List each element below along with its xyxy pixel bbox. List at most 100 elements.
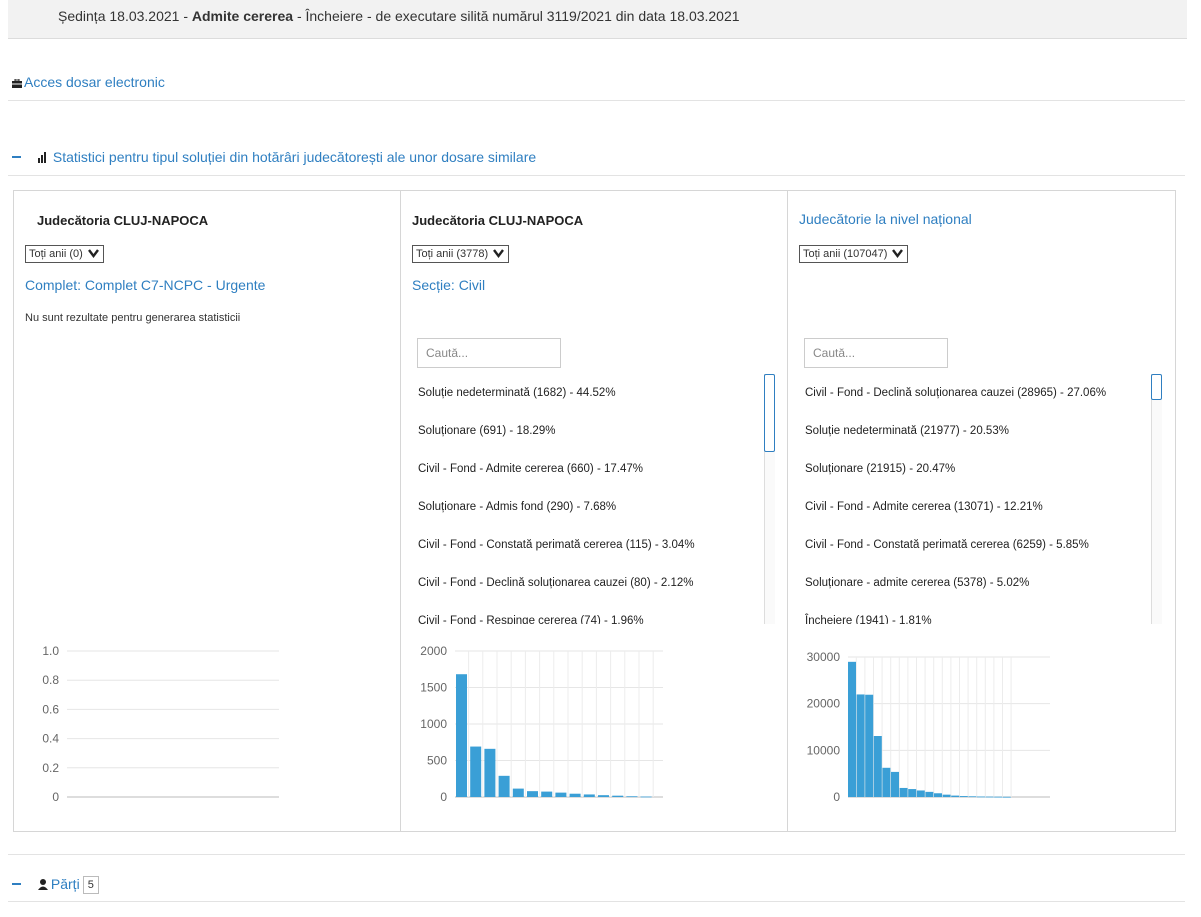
chart-bar[interactable] — [640, 796, 652, 798]
chart-bar[interactable] — [968, 796, 977, 798]
chart-bar[interactable] — [882, 767, 891, 797]
solution-list-item[interactable]: Civil - Fond - Respinge cererea (74) - 1… — [418, 602, 758, 624]
chart-bar[interactable] — [908, 789, 917, 797]
search-input[interactable] — [804, 338, 948, 368]
chart-national: 30000 20000 10000 0 — [807, 650, 1050, 804]
chevron-down-icon — [493, 249, 505, 258]
y-tick-label: 1000 — [420, 717, 447, 731]
solution-list-item[interactable]: Soluționare - admite cererea (5378) - 5.… — [805, 564, 1150, 602]
chart-bar[interactable] — [994, 796, 1003, 798]
chart-complet: 1.0 0.8 0.6 0.4 0.2 0 — [42, 644, 279, 804]
parti-label: Părți — [50, 876, 80, 892]
solution-list-item[interactable]: Civil - Fond - Admite cererea (660) - 17… — [418, 450, 758, 488]
chart-bar[interactable] — [555, 792, 567, 797]
solution-list-item[interactable]: Civil - Fond - Declină soluționarea cauz… — [418, 564, 758, 602]
y-tick-label: 0 — [833, 790, 840, 804]
minus-icon[interactable] — [12, 883, 21, 885]
court-name: Judecătoria CLUJ-NAPOCA — [412, 213, 584, 228]
chart-bar[interactable] — [891, 771, 899, 797]
chart-bar[interactable] — [942, 794, 951, 797]
solution-list-item[interactable]: Soluție nedeterminată (21977) - 20.53% — [805, 412, 1150, 450]
solution-list-item[interactable]: Civil - Fond - Declină soluționarea cauz… — [805, 374, 1150, 412]
chart-bar[interactable] — [848, 661, 856, 797]
solution-list-item[interactable]: Civil - Fond - Constată perimată cererea… — [805, 526, 1150, 564]
court-name: Judecătorie la nivel național — [799, 211, 972, 227]
stats-column-national: Judecătorie la nivel național Toți anii … — [788, 191, 1175, 831]
solution-list-item[interactable]: Civil - Fond - Admite cererea (13071) - … — [805, 488, 1150, 526]
chart-bar[interactable] — [484, 748, 496, 797]
divider — [8, 175, 1185, 176]
chart-bar[interactable] — [456, 674, 467, 797]
chart-bar[interactable] — [583, 794, 595, 797]
y-tick-label: 30000 — [807, 650, 841, 664]
y-tick-label: 0.6 — [42, 702, 59, 716]
solution-list-item[interactable]: Soluție nedeterminată (1682) - 44.52% — [418, 374, 758, 412]
scrollbar-thumb[interactable] — [1151, 374, 1162, 400]
chart-bar[interactable] — [899, 787, 908, 797]
chart-bar[interactable] — [916, 790, 925, 797]
years-select-value: Toți anii (0) — [29, 248, 83, 260]
chart-bar[interactable] — [569, 793, 581, 797]
solution-list-item[interactable]: Soluționare (21915) - 20.47% — [805, 450, 1150, 488]
minus-icon[interactable] — [12, 156, 21, 158]
session-text: Ședința 18.03.2021 - Admite cererea - În… — [58, 8, 740, 24]
chevron-down-icon — [892, 249, 904, 258]
chart-bar[interactable] — [598, 795, 609, 797]
chart-bar[interactable] — [612, 795, 624, 797]
chart-bar[interactable] — [951, 795, 960, 797]
session-detail: - Încheiere - de executare silită număru… — [293, 8, 740, 24]
years-select[interactable]: Toți anii (0) — [25, 245, 104, 263]
solution-list-item[interactable]: Civil - Fond - Constată perimată cererea… — [418, 526, 758, 564]
list-scrollbar[interactable] — [764, 374, 775, 624]
stats-panel: Judecătoria CLUJ-NAPOCA Toți anii (0) Co… — [13, 190, 1176, 832]
divider — [8, 100, 1185, 101]
y-tick-label: 500 — [427, 754, 447, 768]
chart-bar[interactable] — [934, 793, 942, 797]
years-select[interactable]: Toți anii (107047) — [799, 245, 909, 263]
chart-bar[interactable] — [873, 736, 882, 797]
chart-bar[interactable] — [541, 791, 553, 797]
scrollbar-thumb[interactable] — [764, 374, 775, 452]
court-name: Judecătoria CLUJ-NAPOCA — [37, 213, 209, 228]
chart-bar[interactable] — [1002, 796, 1011, 798]
user-icon — [37, 879, 48, 890]
chart-bar[interactable] — [977, 796, 985, 798]
y-tick-label: 20000 — [807, 697, 841, 711]
bar-chart-icon — [37, 152, 46, 163]
chart-bar[interactable] — [470, 746, 482, 797]
parti-section-header[interactable]: Părți 5 — [12, 876, 99, 894]
chart-bar[interactable] — [498, 775, 510, 797]
chart-bar[interactable] — [512, 788, 524, 797]
no-results-message: Nu sunt rezultate pentru generarea stati… — [25, 312, 241, 324]
chart-bar[interactable] — [925, 791, 934, 797]
chart-bar[interactable] — [527, 791, 538, 797]
divider — [8, 901, 1185, 902]
y-tick-label: 10000 — [807, 743, 841, 757]
chevron-down-icon — [87, 249, 99, 258]
years-select-value: Toți anii (3778) — [416, 248, 489, 260]
stats-section-header[interactable]: Statistici pentru tipul soluției din hot… — [12, 149, 536, 165]
years-select-value: Toți anii (107047) — [803, 248, 888, 260]
session-banner: Ședința 18.03.2021 - Admite cererea - În… — [8, 0, 1187, 39]
search-input[interactable] — [417, 338, 561, 368]
solution-list-item[interactable]: Încheiere (1941) - 1.81% — [805, 602, 1150, 624]
y-tick-label: 0 — [440, 790, 447, 804]
years-select[interactable]: Toți anii (3778) — [412, 245, 510, 263]
chart-bar[interactable] — [985, 796, 994, 798]
y-tick-label: 0.8 — [42, 673, 59, 687]
chart-bar[interactable] — [959, 796, 968, 797]
solution-list: Soluție nedeterminată (1682) - 44.52% Sol… — [418, 374, 758, 624]
list-scrollbar[interactable] — [1151, 374, 1162, 624]
complet-link[interactable]: Complet: Complet C7-NCPC - Urgente — [25, 277, 265, 293]
solution-list-item[interactable]: Soluționare (691) - 18.29% — [418, 412, 758, 450]
acces-dosar-link[interactable]: Acces dosar electronic — [12, 74, 165, 90]
divider — [8, 854, 1185, 855]
stats-column-complet: Judecătoria CLUJ-NAPOCA Toți anii (0) Co… — [14, 191, 401, 831]
y-tick-label: 1500 — [420, 681, 447, 695]
y-tick-label: 0.2 — [42, 761, 59, 775]
chart-bar[interactable] — [856, 694, 865, 797]
chart-bar[interactable] — [865, 694, 874, 797]
solution-list-item[interactable]: Soluționare - Admis fond (290) - 7.68% — [418, 488, 758, 526]
sectie-link[interactable]: Secție: Civil — [412, 277, 485, 293]
chart-bar[interactable] — [626, 796, 638, 798]
